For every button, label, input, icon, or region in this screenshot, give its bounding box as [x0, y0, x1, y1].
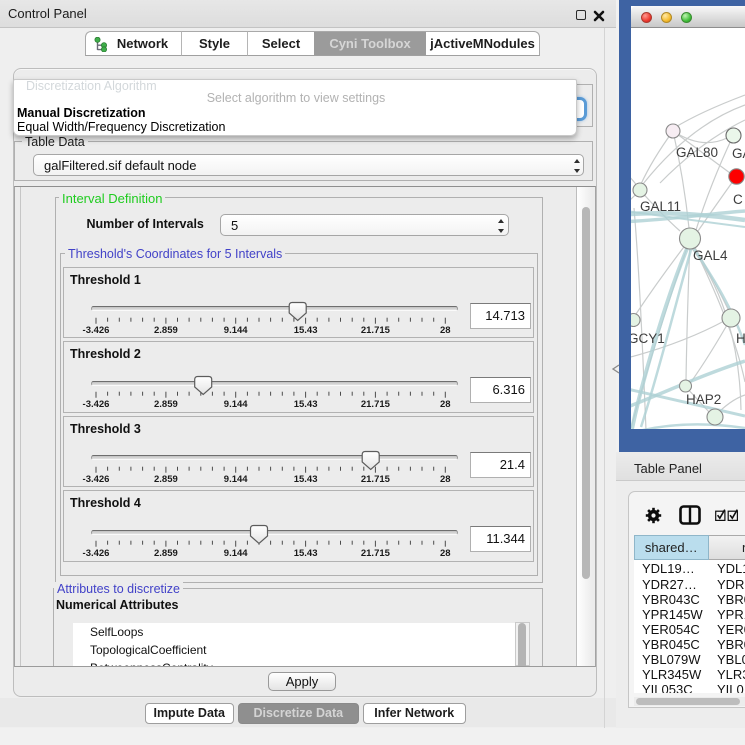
svg-text:GAL80: GAL80	[676, 145, 718, 160]
svg-text:GA: GA	[732, 146, 745, 161]
svg-text:HAP2: HAP2	[686, 392, 721, 407]
svg-text:C: C	[733, 192, 743, 207]
svg-text:GAL4: GAL4	[693, 248, 728, 263]
svg-text:GAL11: GAL11	[640, 199, 681, 214]
svg-text:GCY1: GCY1	[631, 331, 665, 346]
svg-text:H: H	[736, 331, 745, 346]
